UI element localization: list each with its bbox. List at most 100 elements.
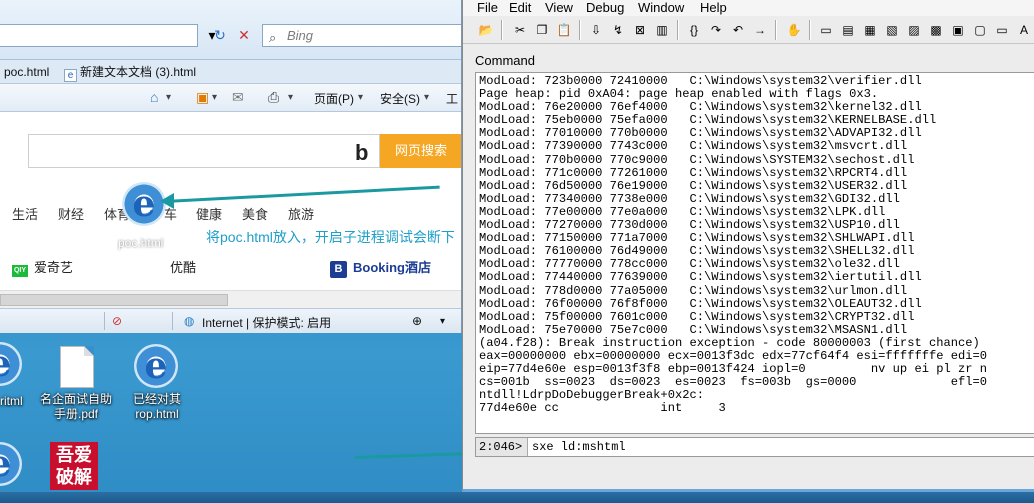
tab-new-text-doc[interactable]: e 新建文本文档 (3).html <box>60 63 200 83</box>
zoom-dropdown-icon[interactable]: ▾ <box>440 316 445 327</box>
web-search-button[interactable]: 网页搜索 <box>380 134 461 168</box>
menu-window[interactable]: Window <box>638 0 684 15</box>
command-line: 2:046> <box>475 437 1034 457</box>
callstack-window-icon[interactable]: ▩ <box>927 21 945 39</box>
windbg-window: File Edit View Debug Window Help 📂 ✂ ❐ 📋… <box>462 0 1034 492</box>
page-content: b 网页搜索 生活 财经 体育 车 健康 美食 旅游 e poc.html 将p… <box>0 112 461 308</box>
search-icon: ⌕ <box>269 30 277 45</box>
nav-link[interactable]: 生活 <box>12 204 38 223</box>
poc-file-label: poc.html <box>118 236 164 250</box>
restart-icon[interactable]: ↯ <box>609 21 627 39</box>
iqiyi-logo-icon: QIY <box>12 265 28 277</box>
ie-file-icon: e <box>0 342 22 386</box>
source-mode-icon[interactable]: ▭ <box>993 21 1011 39</box>
print-icon[interactable]: ⎙ <box>268 89 279 106</box>
nav-link[interactable]: 旅游 <box>288 204 314 223</box>
cut-icon[interactable]: ✂ <box>511 21 529 39</box>
desktop-icon-label: ritml <box>0 394 23 408</box>
taskbar-edge <box>0 492 1034 503</box>
scratch-pad-icon[interactable]: ▢ <box>971 21 989 39</box>
watch-window-icon[interactable]: ▤ <box>839 21 857 39</box>
desktop-icon-52pojie[interactable]: 吾爱破解 <box>50 442 100 492</box>
menu-view[interactable]: View <box>545 0 573 15</box>
desktop-icon-ritml[interactable]: e ritml <box>0 342 30 412</box>
bing-logo-icon: b <box>355 140 369 165</box>
command-window-icon[interactable]: ▭ <box>817 21 835 39</box>
tools-menu[interactable]: 工 <box>446 90 458 107</box>
copy-icon[interactable]: ❐ <box>533 21 551 39</box>
document-icon <box>60 346 94 388</box>
desktop-icon-rop-html[interactable]: e 已经对其rop.html <box>122 342 192 422</box>
command-output[interactable]: ModLoad: 723b0000 72410000 C:\Windows\sy… <box>475 72 1034 434</box>
registers-window-icon[interactable]: ▧ <box>883 21 901 39</box>
safety-menu[interactable]: 安全(S) <box>380 90 420 107</box>
command-input[interactable] <box>532 438 1032 456</box>
step-into-icon[interactable]: {} <box>685 21 703 39</box>
ie-file-icon: e <box>0 442 22 486</box>
favorites-bar: poc.html e 新建文本文档 (3).html <box>0 60 461 84</box>
tab-poc[interactable]: poc.html <box>0 63 53 83</box>
command-window-title: Command <box>475 53 535 68</box>
open-icon[interactable]: 📂 <box>477 21 495 39</box>
page-dropdown-icon[interactable]: ▾ <box>358 92 363 103</box>
drag-arrow-head <box>160 193 174 209</box>
home-dropdown-icon[interactable]: ▾ <box>166 92 171 103</box>
menu-file[interactable]: File <box>477 0 498 15</box>
scrollbar-thumb[interactable] <box>0 294 228 306</box>
hand-icon[interactable]: ✋ <box>785 21 803 39</box>
menu-edit[interactable]: Edit <box>509 0 531 15</box>
security-zone-text: Internet | 保护模式: 启用 <box>202 316 332 330</box>
locals-window-icon[interactable]: ▦ <box>861 21 879 39</box>
toolbar: 📂 ✂ ❐ 📋 ⇩ ↯ ⊠ ▥ {} ↷ ↶ → ✋ ▭ ▤ ▦ ▧ ▨ ▩ ▣… <box>463 16 1034 44</box>
ie-file-icon: e <box>134 344 178 388</box>
iqiyi-label: 爱奇艺 <box>34 260 74 275</box>
url-field[interactable] <box>0 24 198 47</box>
menu-debug[interactable]: Debug <box>586 0 624 15</box>
globe-icon: ◍ <box>184 314 195 328</box>
stop-icon[interactable]: ✕ <box>234 26 254 45</box>
desktop-icon-ie[interactable]: e <box>0 442 30 492</box>
address-bar-area: ▾ ↻ ✕ ⌕ Bing <box>0 0 461 60</box>
break-icon[interactable]: ▥ <box>653 21 671 39</box>
tab-poc-label: poc.html <box>4 65 50 79</box>
bing-search-input[interactable]: ⌕ Bing <box>262 24 461 47</box>
booking-link[interactable]: B Booking酒店 <box>330 257 431 278</box>
memory-window-icon[interactable]: ▨ <box>905 21 923 39</box>
privacy-icon[interactable]: ⊘ <box>112 314 122 328</box>
step-over-icon[interactable]: ↷ <box>707 21 725 39</box>
status-bar: ⊘ ◍ Internet | 保护模式: 启用 ⊕ ▾ <box>0 308 461 333</box>
menu-help[interactable]: Help <box>700 0 727 15</box>
disassembly-window-icon[interactable]: ▣ <box>949 21 967 39</box>
iqiyi-link[interactable]: QIY 爱奇艺 <box>12 257 73 277</box>
step-out-icon[interactable]: ↶ <box>729 21 747 39</box>
youku-link[interactable]: 优酷 <box>170 257 196 276</box>
run-to-cursor-icon[interactable]: → <box>751 21 769 39</box>
browser-window: ▾ ↻ ✕ ⌕ Bing poc.html e 新建文本文档 (3).html ⌂… <box>0 0 462 333</box>
stop-debugging-icon[interactable]: ⊠ <box>631 21 649 39</box>
mail-icon[interactable]: ✉ <box>232 89 244 106</box>
font-icon[interactable]: A <box>1015 21 1033 39</box>
nav-link[interactable]: 健康 <box>196 204 222 223</box>
go-icon[interactable]: ⇩ <box>587 21 605 39</box>
feeds-dropdown-icon[interactable]: ▾ <box>212 92 217 103</box>
command-bar: ⌂ ▾ ▣ ▾ ✉ ⎙ ▾ 页面(P) ▾ 安全(S) ▾ 工 <box>0 84 461 112</box>
page-search-input[interactable] <box>28 134 380 168</box>
zoom-icon[interactable]: ⊕ <box>412 314 422 328</box>
ie-page-icon: e <box>64 69 77 82</box>
nav-link[interactable]: 财经 <box>58 204 84 223</box>
page-menu[interactable]: 页面(P) <box>314 90 354 107</box>
print-dropdown-icon[interactable]: ▾ <box>288 92 293 103</box>
home-icon[interactable]: ⌂ <box>150 89 158 105</box>
safety-dropdown-icon[interactable]: ▾ <box>424 92 429 103</box>
feeds-icon[interactable]: ▣ <box>196 89 209 106</box>
tab-new-text-doc-label: 新建文本文档 (3).html <box>80 65 197 79</box>
refresh-icon[interactable]: ↻ <box>210 26 230 45</box>
paste-icon[interactable]: 📋 <box>555 21 573 39</box>
nav-link[interactable]: 美食 <box>242 204 268 223</box>
booking-logo-icon: B <box>330 261 347 278</box>
wuaipojie-logo-icon: 吾爱破解 <box>50 442 98 490</box>
horizontal-scrollbar[interactable] <box>0 290 461 308</box>
desktop-icon-pdf[interactable]: 名企面试自助手册.pdf <box>36 342 116 422</box>
menu-bar: File Edit View Debug Window Help <box>463 0 1034 16</box>
desktop-icon-label: 已经对其rop.html <box>132 392 181 421</box>
